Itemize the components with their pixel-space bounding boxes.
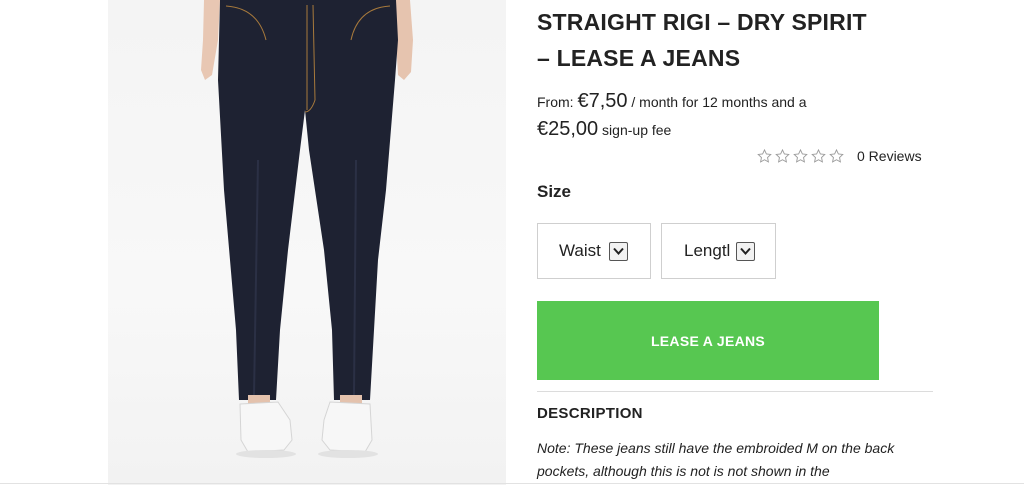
description-heading: DESCRIPTION xyxy=(537,405,643,422)
divider xyxy=(537,391,933,392)
monthly-suffix: / month for 12 months and a xyxy=(627,94,807,110)
price-block: From: €7,50 / month for 12 months and a … xyxy=(537,88,877,144)
star-icon xyxy=(811,149,826,163)
waist-select[interactable]: Waist xyxy=(537,223,651,279)
description-text: Note: These jeans still have the embroid… xyxy=(537,440,895,479)
lease-a-jeans-button[interactable]: LEASE A JEANS xyxy=(537,301,879,380)
waist-select-value: Waist xyxy=(559,241,601,260)
length-select-value: Lengtl xyxy=(684,241,731,260)
signup-suffix: sign-up fee xyxy=(598,122,672,138)
price-from-label: From: xyxy=(537,94,574,110)
monthly-price: €7,50 xyxy=(577,90,628,112)
length-select[interactable]: Lengtl xyxy=(661,223,776,279)
star-icon xyxy=(793,149,808,163)
rating-block: 0 Reviews xyxy=(757,146,922,166)
star-icon xyxy=(757,149,772,163)
star-icon xyxy=(829,149,844,163)
star-rating xyxy=(757,149,844,163)
star-icon xyxy=(775,149,790,163)
signup-fee: €25,00 xyxy=(537,118,599,140)
reviews-link[interactable]: 0 Reviews xyxy=(857,148,922,164)
chevron-down-icon[interactable] xyxy=(608,241,628,261)
product-title-line-1: STRAIGHT RIGI – DRY SPIRIT xyxy=(537,9,867,35)
product-title-line-2: – LEASE A JEANS xyxy=(537,45,741,71)
page-bottom-border xyxy=(0,483,1024,484)
product-image xyxy=(108,0,506,485)
chevron-down-icon[interactable] xyxy=(736,241,755,261)
product-title: STRAIGHT RIGI – DRY SPIRIT – LEASE A JEA… xyxy=(537,4,957,76)
size-label: Size xyxy=(537,182,572,201)
